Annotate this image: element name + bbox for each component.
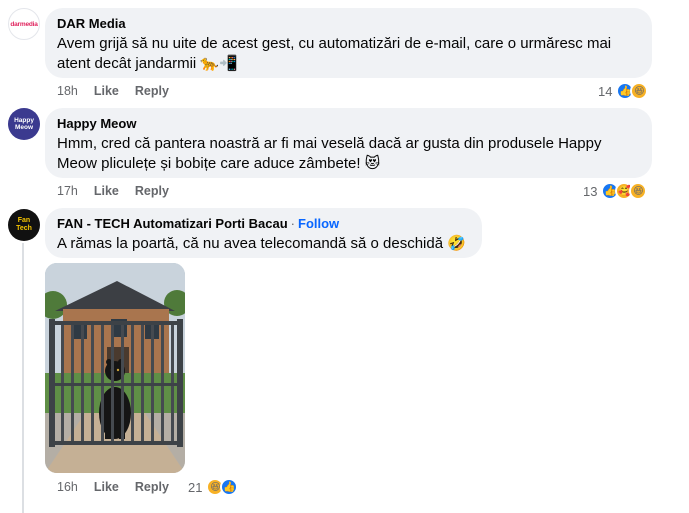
avatar[interactable]: Happy Meow <box>8 108 40 140</box>
reply-button[interactable]: Reply <box>135 184 169 198</box>
reaction-summary[interactable]: 13 👍 🥰 😆 <box>583 182 648 200</box>
comment-bubble: FAN - TECH Automatizari Porti Bacau · Foll… <box>45 208 482 258</box>
black-panther-gate-image <box>45 263 185 473</box>
like-button[interactable]: Like <box>94 84 119 98</box>
like-reaction-icon: 👍 <box>220 478 239 496</box>
happy-meow-logo: Happy Meow <box>14 117 34 131</box>
comment-actions: 17h Like Reply <box>57 184 169 198</box>
reaction-summary[interactable]: 14 👍 😆 <box>598 82 649 100</box>
thread-line <box>22 243 24 513</box>
comment-photo[interactable] <box>45 263 185 473</box>
comment-text: Hmm, cred că pantera noastră ar fi mai v… <box>57 135 602 172</box>
reaction-count: 21 <box>188 479 203 495</box>
follow-button[interactable]: Follow <box>298 216 339 231</box>
like-button[interactable]: Like <box>94 480 119 494</box>
fan-tech-logo: Fan Tech <box>16 217 32 232</box>
comment-time[interactable]: 18h <box>57 84 78 98</box>
comment-time[interactable]: 16h <box>57 480 78 494</box>
haha-reaction-icon: 😆 <box>630 82 649 100</box>
comment-author-row: FAN - TECH Automatizari Porti Bacau · Foll… <box>57 216 340 231</box>
haha-reaction-icon: 😆 <box>629 182 648 200</box>
dar-media-logo: darmedia <box>10 20 38 28</box>
comment-bubble: DAR Media Avem grijă să nu uite de acest… <box>45 8 652 78</box>
avatar[interactable]: darmedia <box>8 8 40 40</box>
reply-button[interactable]: Reply <box>135 480 169 494</box>
comment-text: A rămas la poartă, că nu avea telecomand… <box>57 235 466 252</box>
comment-author[interactable]: FAN - TECH Automatizari Porti Bacau <box>57 216 288 231</box>
comment-actions: 16h Like Reply <box>57 480 169 494</box>
comment-author[interactable]: DAR Media <box>57 16 640 32</box>
comment-time[interactable]: 17h <box>57 184 78 198</box>
comment-author[interactable]: Happy Meow <box>57 116 640 132</box>
reaction-count: 13 <box>583 183 598 199</box>
reaction-count: 14 <box>598 83 613 99</box>
comment-actions: 18h Like Reply <box>57 84 169 98</box>
comment-bubble: Happy Meow Hmm, cred că pantera noastră … <box>45 108 652 178</box>
like-button[interactable]: Like <box>94 184 119 198</box>
reaction-summary[interactable]: 21 😆 👍 <box>188 478 239 496</box>
reply-button[interactable]: Reply <box>135 84 169 98</box>
comment-text: Avem grijă să nu uite de acest gest, cu … <box>57 35 612 72</box>
avatar[interactable]: Fan Tech <box>8 209 40 241</box>
